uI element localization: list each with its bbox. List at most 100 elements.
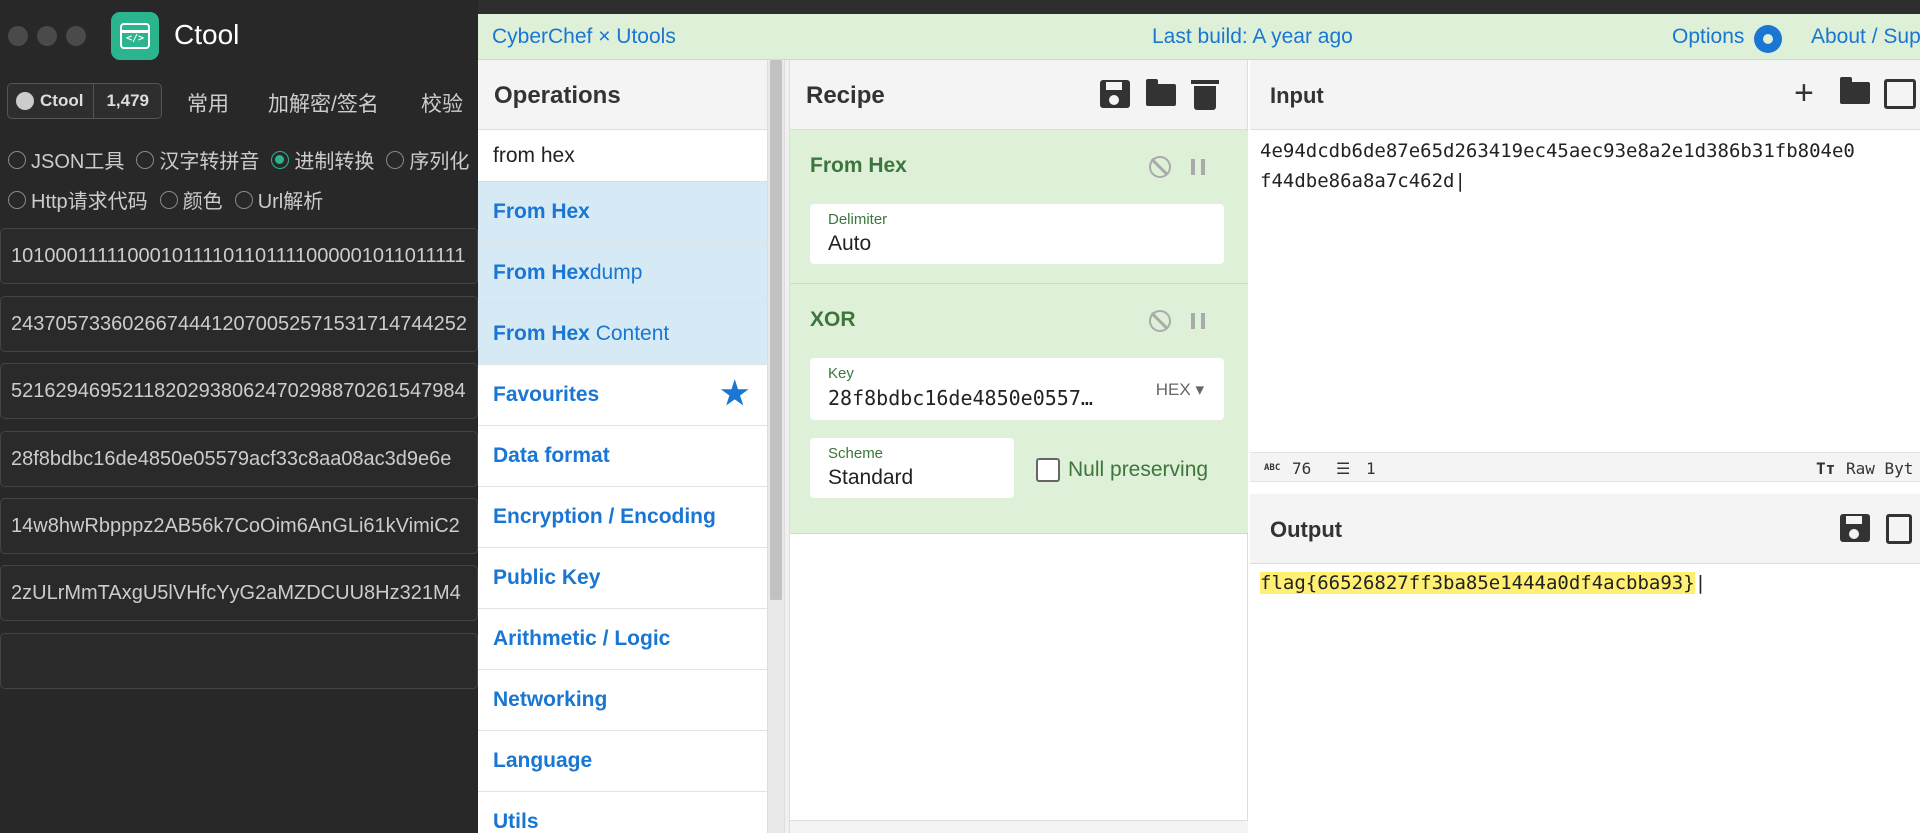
breakpoint-pause-icon[interactable] [1191, 313, 1205, 329]
category-public-key[interactable]: Public Key [478, 548, 767, 609]
category-networking[interactable]: Networking [478, 670, 767, 731]
gear-icon[interactable] [1754, 25, 1782, 53]
open-file-folder-icon[interactable] [1840, 77, 1870, 104]
output-text[interactable]: flag{66526827ff3ba85e1444a0df4acbba93}| [1260, 568, 1706, 598]
breakpoint-pause-icon[interactable] [1191, 159, 1205, 175]
disable-op-icon[interactable] [1149, 156, 1171, 178]
category-encryption-encoding[interactable]: Encryption / Encoding [478, 487, 767, 548]
ctool-logo-icon: </> [111, 12, 159, 60]
input-title: Input [1270, 83, 1324, 108]
brand-link[interactable]: CyberChef × Utools [492, 25, 676, 49]
key-format-dropdown[interactable]: HEX ▾ [1156, 380, 1204, 400]
text-encoding-icon[interactable]: Tт [1816, 459, 1835, 478]
checkbox-box [1036, 458, 1060, 482]
radio-url-parse[interactable]: Url解析 [234, 185, 323, 214]
empty-value-field[interactable] [0, 633, 478, 689]
radio-pinyin[interactable]: 汉字转拼音 [136, 145, 259, 174]
category-favourites[interactable]: Favourites ★ [478, 365, 767, 426]
caret-down-icon: ▾ [1195, 380, 1204, 399]
base62-value-field[interactable]: 2zULrMmTAxgU5lVHfcYyG2aMZDCUU8Hz321M4 [0, 565, 478, 621]
last-build-text: Last build: A year ago [1152, 25, 1353, 48]
nav-common[interactable]: 常用 [187, 88, 229, 118]
github-icon [16, 92, 34, 110]
null-preserving-checkbox[interactable]: Null preserving [1036, 458, 1208, 482]
operations-scrollbar[interactable] [768, 60, 784, 833]
category-arithmetic-logic[interactable]: Arithmetic / Logic [478, 609, 767, 670]
radio-json-tool[interactable]: JSON工具 [8, 145, 124, 174]
recipe-footer [790, 820, 1248, 833]
decimal-value-field[interactable]: 5216294695211820293806247029887026154798… [0, 363, 478, 419]
category-data-format[interactable]: Data format [478, 426, 767, 487]
recipe-header: Recipe [790, 60, 1247, 130]
radio-circle [159, 190, 178, 209]
recipe-op-title: XOR [810, 308, 856, 331]
window-zoom-dot[interactable] [66, 26, 86, 46]
window-minimize-dot[interactable] [37, 26, 57, 46]
top-banner: CyberChef × Utools Last build: A year ag… [478, 14, 1920, 60]
output-title: Output [1270, 517, 1343, 542]
raw-bytes-label[interactable]: Raw Byt [1846, 459, 1913, 478]
disable-op-icon[interactable] [1149, 310, 1171, 332]
input-status-bar: ABC 76 ☰ 1 Tт Raw Byt [1250, 452, 1920, 482]
delimiter-field[interactable]: Delimiter Auto [810, 204, 1224, 264]
scrollbar-thumb[interactable] [770, 60, 782, 600]
radio-base-convert[interactable]: 进制转换 [271, 145, 374, 174]
operations-panel: Operations from hex From Hex From Hexdum… [478, 60, 768, 833]
operations-title: Operations [478, 60, 767, 130]
op-result-from-hex[interactable]: From Hex [478, 182, 767, 243]
recipe-title: Recipe [806, 82, 885, 109]
input-header: Input + [1250, 60, 1920, 130]
recipe-panel: Recipe From Hex Delimiter Auto XOR Key 2… [790, 60, 1248, 833]
output-header: Output [1250, 494, 1920, 564]
ctool-window: </> Ctool Ctool 1,479 常用 加解密/签名 校验 JSON工… [0, 0, 478, 833]
about-support-link[interactable]: About / Sup [1811, 25, 1920, 49]
octal-value-field[interactable]: 2437057336026674441207005257153171474425… [0, 296, 478, 352]
radio-circle [234, 190, 253, 209]
input-lines: 1 [1366, 459, 1376, 478]
star-icon: ★ [720, 375, 749, 411]
github-label: Ctool [40, 91, 84, 110]
op-result-from-hexdump[interactable]: From Hexdump [478, 243, 767, 304]
radio-circle-selected [271, 150, 290, 169]
options-link[interactable]: Options [1672, 25, 1744, 49]
github-badge[interactable]: Ctool 1,479 [7, 83, 162, 119]
window-close-dot[interactable] [8, 26, 28, 46]
op-result-from-hex-content[interactable]: From Hex Content [478, 304, 767, 365]
radio-color[interactable]: 颜色 [159, 185, 223, 214]
copy-output-icon[interactable] [1886, 514, 1912, 544]
nav-encrypt-sign[interactable]: 加解密/签名 [268, 88, 379, 118]
radio-serialize[interactable]: 序列化 [386, 145, 469, 174]
radio-circle [8, 150, 26, 169]
recipe-op-title: From Hex [810, 154, 907, 177]
input-length: 76 [1292, 459, 1312, 478]
operations-search-input[interactable]: from hex [478, 130, 767, 182]
window-top-strip [478, 0, 1920, 14]
load-file-icon[interactable] [1884, 79, 1916, 109]
cyberchef-window: CyberChef × Utools Last build: A year ag… [478, 0, 1920, 833]
base58-value-field[interactable]: 14w8hwRbpppz2AB56k7CoOim6AnGLi61kVimiC2 [0, 498, 478, 554]
save-output-icon[interactable] [1840, 514, 1870, 542]
radio-circle [386, 150, 405, 169]
recipe-op-xor[interactable]: XOR Key 28f8bdbc16de4850e0557… HEX ▾ Sch… [790, 284, 1248, 534]
binary-value-field[interactable]: 1010001111100010111101101111000001011011… [0, 228, 478, 284]
tool-radio-row-1: JSON工具 汉字转拼音 进制转换 序列化 [8, 145, 478, 174]
nav-checksum[interactable]: 校验 [421, 88, 463, 118]
save-recipe-icon[interactable] [1100, 80, 1130, 108]
github-star-count: 1,479 [106, 91, 149, 110]
load-recipe-folder-icon[interactable] [1146, 79, 1176, 106]
ctool-title: Ctool [174, 19, 240, 50]
xor-scheme-select[interactable]: Scheme Standard [810, 438, 1014, 498]
radio-circle [8, 190, 26, 209]
clear-recipe-trash-icon[interactable] [1191, 80, 1219, 110]
add-tab-plus-icon[interactable]: + [1794, 76, 1814, 110]
radio-http-code[interactable]: Http请求代码 [8, 185, 148, 214]
input-textarea[interactable]: 4e94dcdb6de87e65d263419ec45aec93e8a2e1d3… [1260, 136, 1855, 196]
xor-key-field[interactable]: Key 28f8bdbc16de4850e0557… HEX ▾ [810, 358, 1224, 420]
hex-value-field[interactable]: 28f8bdbc16de4850e05579acf33c8aa08ac3d9e6… [0, 431, 478, 487]
category-utils[interactable]: Utils [478, 792, 767, 833]
recipe-op-from-hex[interactable]: From Hex Delimiter Auto [790, 130, 1248, 284]
category-language[interactable]: Language [478, 731, 767, 792]
radio-circle [136, 150, 155, 169]
tool-radio-row-2: Http请求代码 颜色 Url解析 [8, 185, 335, 214]
lines-icon: ☰ [1336, 459, 1351, 478]
